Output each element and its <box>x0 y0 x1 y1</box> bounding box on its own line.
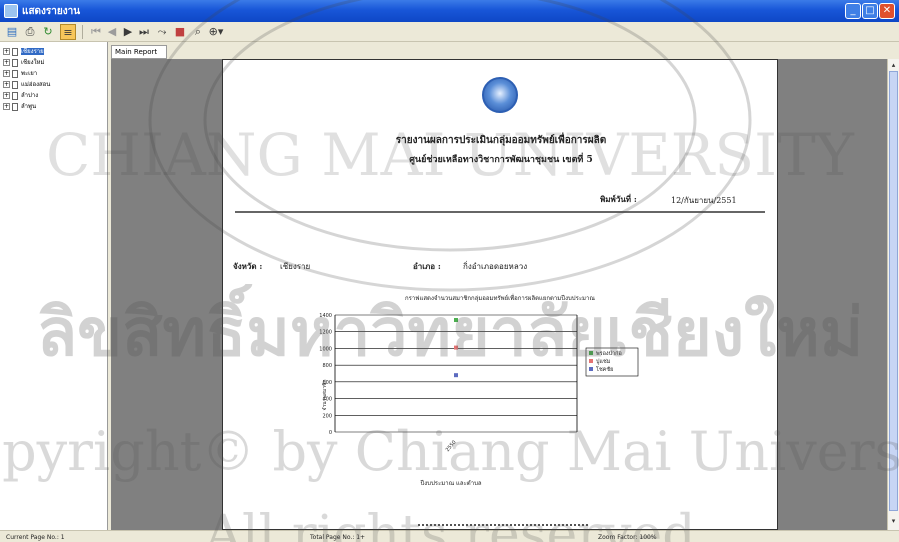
tree-item-label: เชียงราย <box>21 48 44 55</box>
tree-item[interactable]: + ลำปาง <box>3 90 38 100</box>
organization-logo <box>482 77 518 113</box>
data-point <box>454 318 458 323</box>
refresh-icon[interactable]: ↻ <box>40 24 56 40</box>
y-tick-label: 1000 <box>319 346 332 352</box>
legend-label: พรองป่าก่อ <box>596 350 622 357</box>
last-page-icon[interactable]: ⏭ <box>136 24 152 40</box>
stop-icon[interactable]: ■ <box>172 24 188 40</box>
document-icon <box>12 102 18 111</box>
group-tree: + เชียงราย + เชียงใหม่ + พะเยา + แม่ฮ่องสอน + ลำป… <box>0 42 108 530</box>
app-icon <box>4 4 18 18</box>
document-icon <box>12 91 18 100</box>
window-title: แสดงรายงาน <box>22 6 81 17</box>
district-value: กิ่งอำเภอดอยหลวง <box>463 262 528 271</box>
chart-title: กราฟแสดงจำนวนสมาชิกกลุ่มออมทรัพย์เพื่อกา… <box>405 294 595 302</box>
zoom-icon[interactable]: ⊕▾ <box>208 24 224 40</box>
status-bar: Current Page No.: 1 Total Page No.: 1+ Z… <box>0 530 899 542</box>
data-point <box>454 373 458 378</box>
x-axis-label: ปีงบประมาณ และตำบล <box>420 479 482 487</box>
y-tick-label: 0 <box>329 430 332 436</box>
scroll-down-icon[interactable]: ▾ <box>889 517 898 526</box>
expand-icon[interactable]: + <box>3 59 10 66</box>
document-icon <box>12 58 18 67</box>
district-label: อำเภอ : <box>413 261 441 271</box>
header-divider <box>235 211 765 213</box>
print-date-label: พิมพ์วันที่ : <box>600 194 637 204</box>
expand-icon[interactable]: + <box>3 103 10 110</box>
y-tick-label: 200 <box>322 413 332 419</box>
total-page-status: Total Page No.: 1+ <box>310 534 366 541</box>
y-tick-label: 800 <box>322 363 332 369</box>
report-page: รายงานผลการประเมินกลุ่มออมทรัพย์เพื่อการ… <box>222 59 778 530</box>
tree-item[interactable]: + เชียงใหม่ <box>3 57 44 67</box>
expand-icon[interactable]: + <box>3 92 10 99</box>
first-page-icon[interactable]: ⏮ <box>88 24 104 40</box>
tree-item-label: พะเยา <box>21 70 38 77</box>
y-tick-label: 1400 <box>319 313 332 319</box>
expand-icon[interactable]: + <box>3 81 10 88</box>
next-page-icon[interactable]: ▶ <box>120 24 136 40</box>
zoom-status: Zoom Factor: 100% <box>598 534 657 541</box>
goto-page-icon[interactable]: ⤳ <box>154 24 170 40</box>
document-icon <box>12 80 18 89</box>
title-bar: แสดงรายงาน _ □ ✕ <box>0 0 899 22</box>
province-label: จังหวัด : <box>233 261 263 271</box>
document-icon <box>12 69 18 78</box>
tab-main-report[interactable]: Main Report <box>111 45 167 59</box>
tree-item[interactable]: + ลำพูน <box>3 101 36 111</box>
expand-icon[interactable]: + <box>3 48 10 55</box>
member-chart: กราฟแสดงจำนวนสมาชิกกลุ่มออมทรัพย์เพื่อกา… <box>319 294 639 487</box>
toolbar-separator <box>82 25 83 39</box>
maximize-button[interactable]: □ <box>862 3 878 19</box>
print-icon[interactable]: ⎙ <box>22 24 38 40</box>
y-tick-label: 1200 <box>319 330 332 336</box>
tree-item[interactable]: + เชียงราย <box>3 46 44 56</box>
print-date-value: 12/กันยายน/2551 <box>671 196 737 205</box>
report-subtitle: ศูนย์ช่วยเหลือทางวิชาการพัฒนาชุมชน เขตที… <box>409 155 593 165</box>
vertical-scrollbar[interactable]: ▴ ▾ <box>887 59 899 530</box>
tree-item[interactable]: + พะเยา <box>3 68 37 78</box>
search-icon[interactable]: ⌕ <box>190 24 206 40</box>
close-button[interactable]: ✕ <box>879 3 895 19</box>
tree-item-label: ลำพูน <box>21 103 37 110</box>
group-tree-icon[interactable]: ≡ <box>60 24 76 40</box>
legend-label: ปูแช่ม <box>596 358 611 365</box>
data-point <box>454 345 458 350</box>
y-axis-label: จำนวนสมาชิก <box>321 380 328 411</box>
current-page-status: Current Page No.: 1 <box>6 534 65 541</box>
report-title: รายงานผลการประเมินกลุ่มออมทรัพย์เพื่อการ… <box>395 135 607 146</box>
scroll-up-icon[interactable]: ▴ <box>889 61 898 70</box>
province-value: เชียงราย <box>280 262 311 271</box>
tree-item-label: แม่ฮ่องสอน <box>21 81 51 88</box>
tree-item-label: ลำปาง <box>21 92 39 99</box>
tree-item-label: เชียงใหม่ <box>21 59 45 66</box>
prev-page-icon[interactable]: ◀ <box>104 24 120 40</box>
scroll-thumb[interactable] <box>889 71 898 511</box>
legend-label: โชคชัย <box>596 365 613 373</box>
export-icon[interactable]: ▤ <box>4 24 20 40</box>
expand-icon[interactable]: + <box>3 70 10 77</box>
legend-swatch <box>589 367 593 371</box>
document-icon <box>12 47 18 56</box>
tree-item[interactable]: + แม่ฮ่องสอน <box>3 79 50 89</box>
legend-swatch <box>589 351 593 355</box>
next-section-heading-fragment <box>418 524 588 527</box>
x-tick-label: 2550 <box>445 439 458 453</box>
minimize-button[interactable]: _ <box>845 3 861 19</box>
legend-swatch <box>589 359 593 363</box>
